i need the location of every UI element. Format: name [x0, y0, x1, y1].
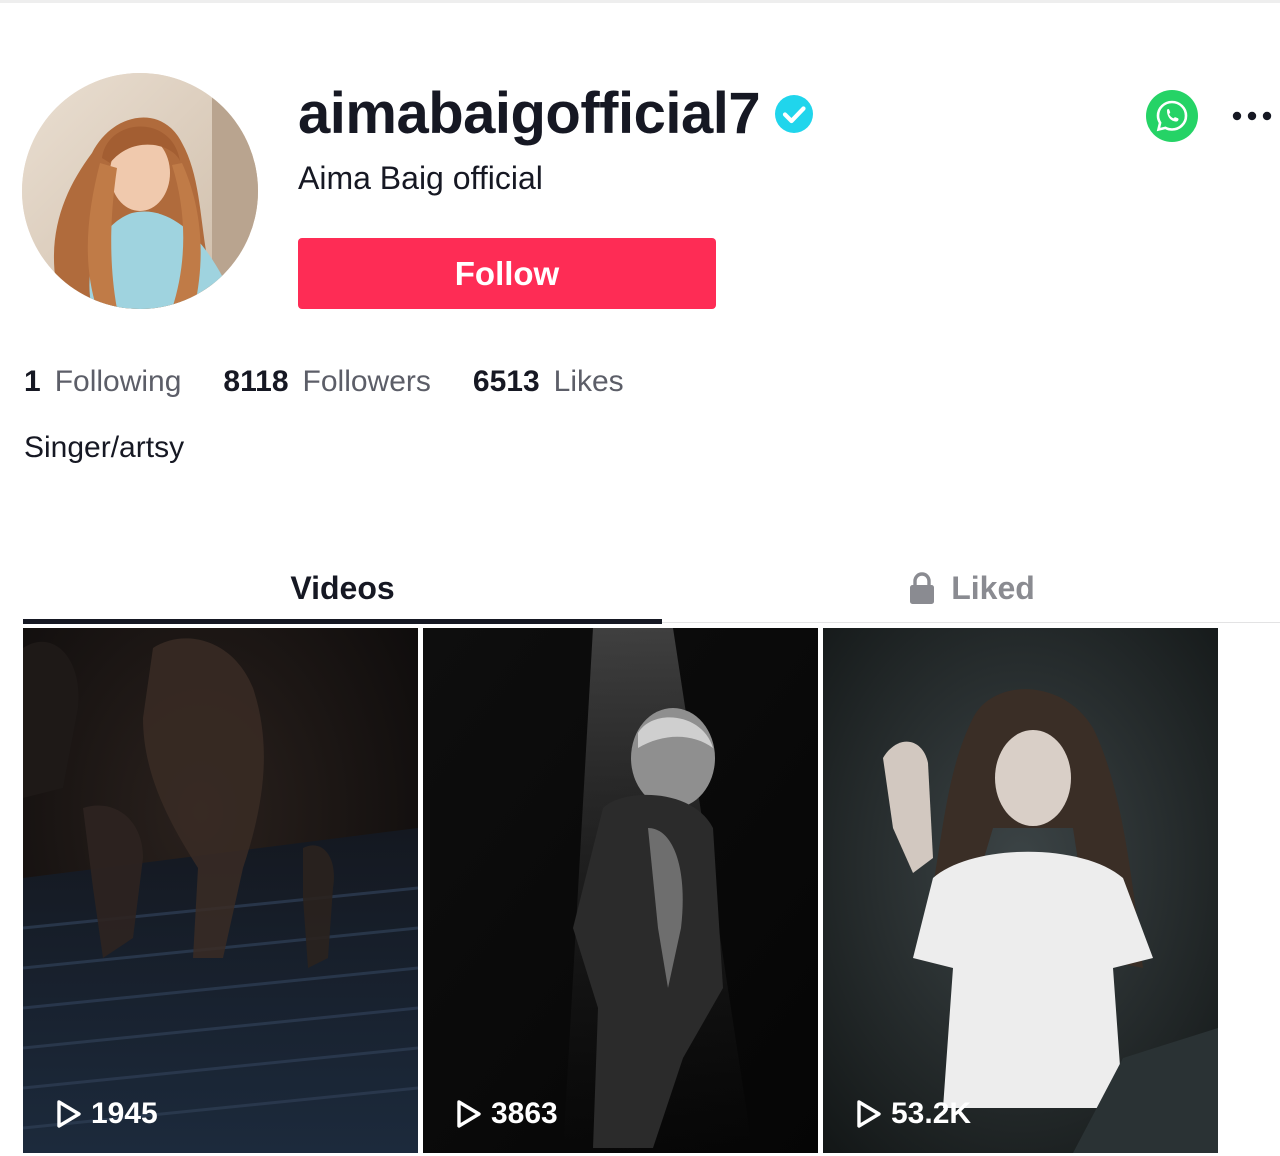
view-count: 3863	[455, 1097, 558, 1131]
tab-label: Videos	[290, 569, 395, 606]
stat-label: Likes	[553, 365, 624, 398]
video-item[interactable]: 3863	[423, 628, 818, 1153]
video-thumbnail	[423, 628, 818, 1153]
verified-badge-icon	[775, 95, 814, 133]
view-count: 53.2K	[855, 1097, 971, 1131]
stat-value: 1	[24, 365, 41, 398]
play-icon	[457, 1100, 481, 1128]
tab-liked[interactable]: Liked	[662, 555, 1280, 621]
video-thumbnail	[23, 628, 418, 1153]
whatsapp-share-icon[interactable]	[1146, 90, 1198, 142]
tab-divider	[662, 622, 1280, 623]
stat-value: 8118	[223, 365, 289, 398]
username-row: aimabaigofficial7	[298, 82, 814, 146]
stat-likes: 6513 Likes	[473, 365, 624, 399]
profile-stats: 1 Following 8118 Followers 6513 Likes	[24, 365, 666, 399]
more-options-icon[interactable]	[1228, 98, 1276, 134]
top-divider	[0, 0, 1280, 3]
avatar[interactable]	[22, 73, 258, 309]
profile-page: aimabaigofficial7 Aima Baig official Fol…	[0, 0, 1280, 1156]
lock-icon	[910, 572, 935, 604]
nickname: Aima Baig official	[298, 160, 543, 196]
tab-label: Liked	[951, 569, 1035, 606]
stat-label: Followers	[302, 365, 431, 398]
active-tab-indicator	[23, 619, 662, 624]
tab-videos[interactable]: Videos	[23, 555, 662, 621]
stat-label: Following	[54, 365, 182, 398]
video-thumbnail	[823, 628, 1218, 1153]
view-count-text: 1945	[91, 1097, 158, 1130]
view-count: 1945	[55, 1097, 158, 1131]
view-count-text: 3863	[491, 1097, 558, 1130]
follow-button[interactable]: Follow	[298, 238, 716, 309]
avatar-image	[22, 73, 258, 309]
video-item[interactable]: 1945	[23, 628, 418, 1153]
play-icon	[57, 1100, 81, 1128]
stat-followers[interactable]: 8118 Followers	[223, 365, 430, 399]
video-item[interactable]: 53.2K	[823, 628, 1218, 1153]
stat-following[interactable]: 1 Following	[24, 365, 181, 399]
profile-tabs: Videos Liked	[23, 555, 1280, 625]
view-count-text: 53.2K	[891, 1097, 972, 1130]
username: aimabaigofficial7	[298, 81, 761, 146]
stat-value: 6513	[472, 365, 540, 398]
play-icon	[857, 1100, 881, 1128]
bio: Singer/artsy	[24, 431, 185, 464]
